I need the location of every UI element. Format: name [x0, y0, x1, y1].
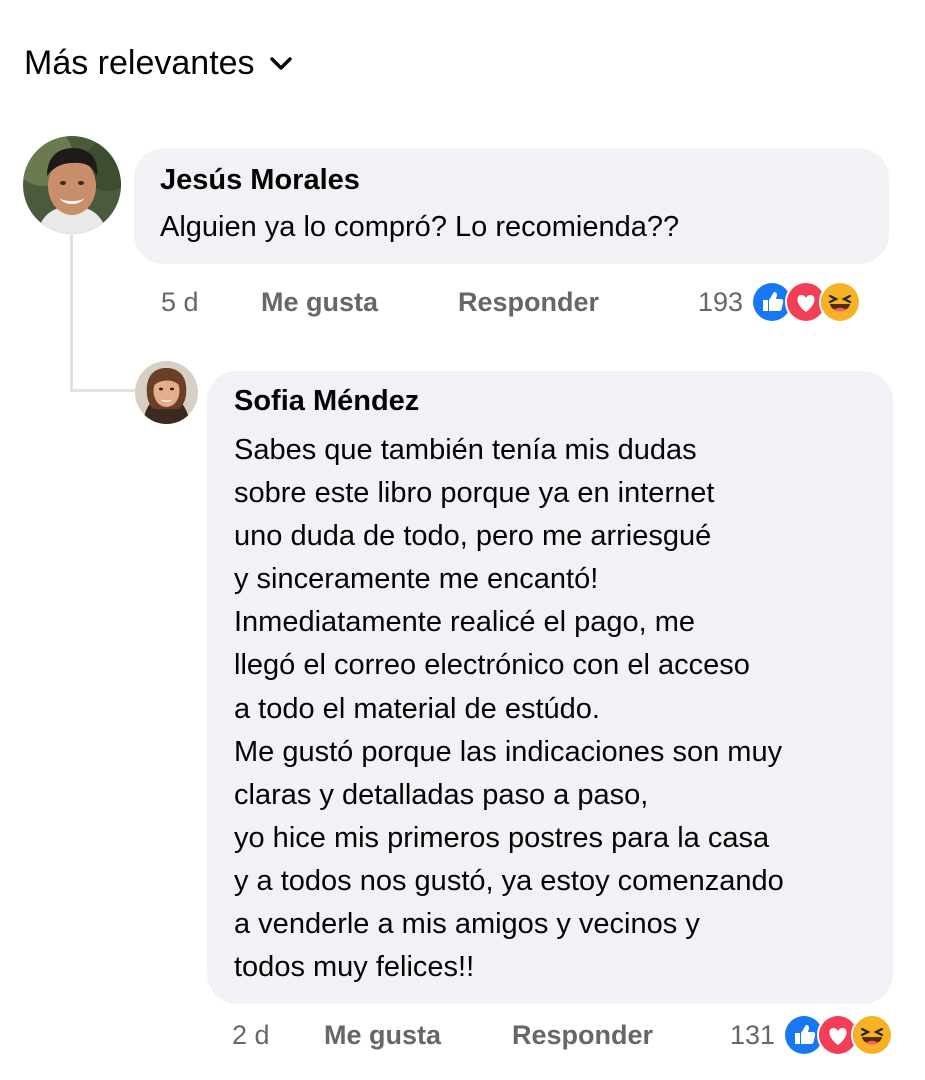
comment-text-line: y a todos nos gustó, ya estoy comenzando	[234, 864, 784, 897]
comment-text-line: llegó el correo electrónico con el acces…	[234, 649, 750, 682]
reply-thread-connector	[70, 389, 136, 392]
avatar[interactable]	[23, 136, 121, 234]
comment-text-line: y sinceramente me encantó!	[234, 563, 599, 596]
reply-thread-line	[70, 232, 73, 392]
comment-text-line: a todo el material de estúdo.	[234, 692, 600, 725]
like-button[interactable]: Me gusta	[261, 287, 458, 318]
comment-text-line: a venderle a mis amigos y vecinos y	[234, 908, 700, 941]
reaction-icons	[751, 281, 862, 323]
comment-text-line: Me gustó porque las indicaciones son muy	[234, 735, 783, 768]
comment-text-line: yo hice mis primeros postres para la cas…	[234, 821, 770, 854]
like-button[interactable]: Me gusta	[324, 1020, 512, 1051]
sort-dropdown[interactable]: Más relevantes	[24, 44, 293, 83]
reaction-summary[interactable]: 193	[698, 281, 862, 323]
comment-author[interactable]: Jesús Morales	[160, 162, 863, 198]
comment-bubble: Sofia Méndez Sabes que también tenía mis…	[207, 371, 893, 1004]
comment-timestamp[interactable]: 2 d	[232, 1020, 324, 1051]
comment-timestamp[interactable]: 5 d	[161, 287, 261, 318]
comment-text: Sabes que también tenía mis dudas sobre …	[234, 429, 867, 989]
comment-author[interactable]: Sofia Méndez	[234, 383, 867, 419]
comment-text-line: Alguien ya lo compró? Lo recomienda??	[160, 211, 680, 243]
comment-text-line: uno duda de todo, pero me arriesgué	[234, 520, 712, 553]
reply-button[interactable]: Responder	[512, 1020, 653, 1051]
reaction-summary[interactable]: 131	[730, 1014, 894, 1056]
avatar[interactable]	[135, 361, 198, 424]
comment-text-line: claras y detalladas paso a paso,	[234, 778, 649, 811]
comments-section: Más relevantes Jesús Morales Alguien ya …	[0, 0, 925, 1080]
comment-text: Alguien ya lo compró? Lo recomienda??	[160, 206, 863, 249]
comment-actions: 5 d Me gusta Responder	[161, 282, 599, 322]
reaction-count: 131	[730, 1019, 776, 1050]
sort-label: Más relevantes	[24, 44, 255, 82]
reaction-count: 193	[698, 286, 744, 317]
chevron-down-icon	[269, 56, 293, 72]
haha-reaction-icon	[851, 1014, 894, 1056]
reply-button[interactable]: Responder	[458, 287, 599, 318]
comment-text-line: sobre este libro porque ya en internet	[234, 477, 715, 510]
haha-reaction-icon	[819, 281, 862, 323]
comment-text-line: Sabes que también tenía mis dudas	[234, 434, 697, 466]
reaction-icons	[783, 1014, 894, 1056]
comment-text-line: Inmediatamente realicé el pago, me	[234, 606, 696, 639]
comment-bubble: Jesús Morales Alguien ya lo compró? Lo r…	[134, 148, 889, 264]
comment-actions: 2 d Me gusta Responder	[232, 1015, 653, 1055]
comment-text-line: todos muy felices!!	[234, 951, 475, 984]
